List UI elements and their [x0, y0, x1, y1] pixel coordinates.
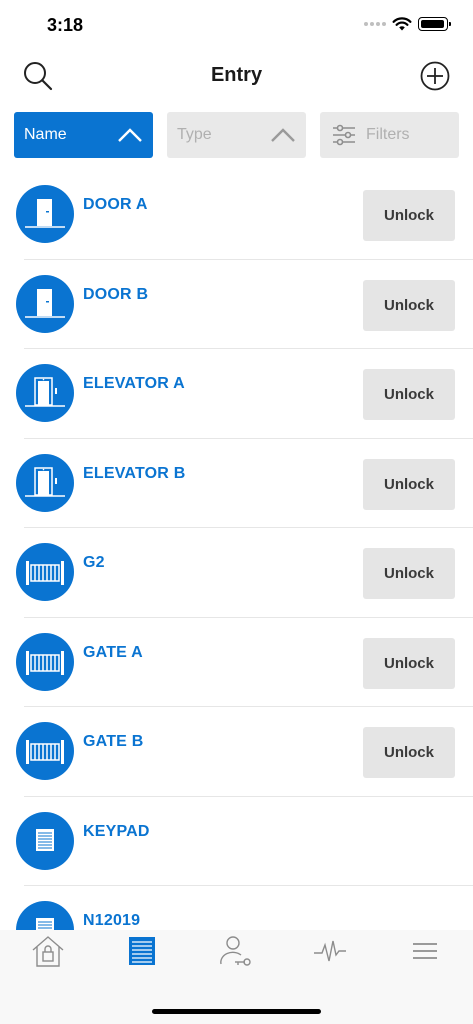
unlock-button[interactable]: Unlock: [363, 727, 455, 778]
entry-name: KEYPAD: [83, 822, 150, 840]
sort-name-label: Name: [24, 126, 67, 143]
door-icon: [16, 185, 74, 243]
list-item[interactable]: GATE A Unlock: [0, 618, 473, 707]
status-time: 3:18: [47, 15, 84, 35]
sort-bar: Name Type Filters: [14, 112, 460, 158]
unlock-button[interactable]: Unlock: [363, 458, 455, 510]
filters-label: Filters: [366, 126, 410, 143]
signal-icon: [364, 22, 386, 26]
header: Entry: [0, 50, 473, 106]
page-title: Entry: [210, 64, 263, 86]
door-icon: [16, 274, 74, 333]
sort-type-button[interactable]: Type: [167, 112, 306, 158]
entry-list: DOOR A Unlock DOOR B Unlock ELEVATOR A U…: [0, 170, 473, 930]
status-bar: 3:18: [0, 0, 473, 50]
tab-home[interactable]: [28, 932, 68, 970]
unlock-button[interactable]: Unlock: [363, 369, 455, 420]
menu-icon: [413, 943, 437, 959]
entry-icon: [129, 937, 155, 965]
list-item[interactable]: GATE B Unlock: [0, 707, 473, 797]
home-indicator: [152, 1009, 321, 1014]
entry-name: N12019: [83, 912, 141, 929]
list-item[interactable]: G2 Unlock: [0, 528, 473, 618]
tab-activity[interactable]: [310, 932, 350, 970]
unlock-button[interactable]: Unlock: [363, 279, 455, 331]
battery-icon: [418, 17, 451, 31]
activity-icon: [314, 940, 346, 962]
list-item[interactable]: KEYPAD: [0, 797, 473, 886]
list-item[interactable]: N12019: [0, 886, 473, 930]
keypad-icon: [16, 901, 74, 930]
filters-button[interactable]: Filters: [320, 112, 459, 158]
entry-name: G2: [83, 554, 105, 571]
keypad-icon: [16, 811, 74, 870]
unlock-button[interactable]: Unlock: [363, 548, 455, 599]
tab-users[interactable]: [215, 932, 255, 970]
chevron-up-icon: [271, 128, 295, 142]
sliders-icon: [333, 124, 355, 146]
tab-entry[interactable]: [122, 932, 162, 970]
gate-icon: [16, 722, 74, 780]
elevator-icon: [16, 364, 74, 422]
entry-name: ELEVATOR A: [83, 375, 185, 392]
list-item[interactable]: DOOR B Unlock: [0, 260, 473, 349]
entry-name: ELEVATOR B: [83, 464, 186, 482]
entry-name: GATE B: [83, 733, 144, 750]
add-icon[interactable]: [420, 61, 450, 91]
list-item[interactable]: ELEVATOR B Unlock: [0, 439, 473, 528]
chevron-up-icon: [118, 128, 142, 142]
gate-icon: [16, 543, 74, 601]
entry-name: DOOR A: [83, 196, 148, 213]
sort-type-label: Type: [177, 126, 212, 143]
unlock-button[interactable]: Unlock: [363, 637, 455, 689]
unlock-button[interactable]: Unlock: [363, 190, 455, 241]
sort-name-button[interactable]: Name: [14, 112, 153, 158]
user-key-icon: [220, 936, 251, 966]
list-item[interactable]: ELEVATOR A Unlock: [0, 349, 473, 439]
tab-menu[interactable]: [405, 932, 445, 970]
elevator-icon: [16, 453, 74, 512]
entry-name: GATE A: [83, 643, 143, 661]
home-lock-icon: [32, 936, 64, 967]
wifi-icon: [392, 17, 412, 31]
list-item[interactable]: DOOR A Unlock: [0, 170, 473, 260]
gate-icon: [16, 632, 74, 691]
entry-name: DOOR B: [83, 285, 149, 303]
